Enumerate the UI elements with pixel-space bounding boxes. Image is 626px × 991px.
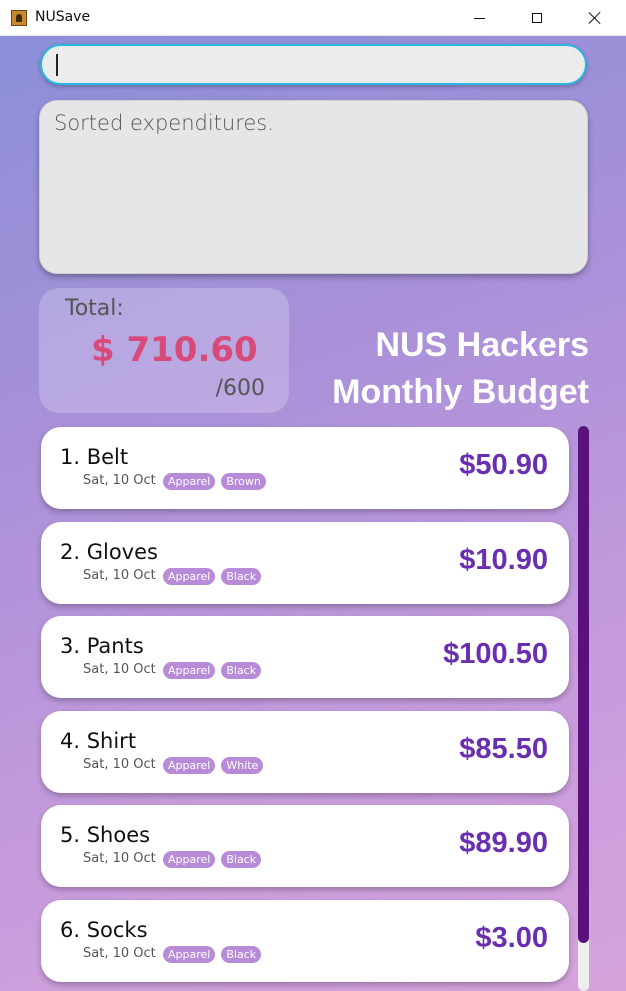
title-bar: NUSave bbox=[0, 0, 626, 36]
item-tags: Apparel Black bbox=[163, 851, 262, 868]
list-item[interactable]: 2. Gloves Sat, 10 Oct Apparel Black $10.… bbox=[41, 522, 569, 604]
app-icon bbox=[11, 10, 27, 26]
item-date: Sat, 10 Oct bbox=[83, 473, 156, 488]
item-price: $89.90 bbox=[459, 827, 548, 859]
tag-badge: Brown bbox=[221, 473, 266, 490]
command-input[interactable] bbox=[52, 51, 576, 80]
list-item[interactable]: 5. Shoes Sat, 10 Oct Apparel Black $89.9… bbox=[41, 805, 569, 887]
item-date: Sat, 10 Oct bbox=[83, 946, 156, 961]
tag-badge: Black bbox=[221, 851, 262, 868]
item-name: 5. Shoes bbox=[60, 823, 151, 847]
tag-badge: Apparel bbox=[163, 851, 216, 868]
tag-badge: Black bbox=[221, 662, 262, 679]
item-price: $3.00 bbox=[475, 922, 548, 954]
close-button[interactable] bbox=[566, 0, 624, 36]
list-item[interactable]: 1. Belt Sat, 10 Oct Apparel Brown $50.90 bbox=[41, 427, 569, 509]
app-body: Sorted expenditures. Total: $ 710.60 /60… bbox=[0, 36, 626, 991]
item-date: Sat, 10 Oct bbox=[83, 757, 156, 772]
item-tags: Apparel White bbox=[163, 757, 264, 774]
list-scrollbar[interactable] bbox=[578, 426, 589, 991]
tag-badge: Apparel bbox=[163, 757, 216, 774]
tag-badge: Apparel bbox=[163, 946, 216, 963]
item-date: Sat, 10 Oct bbox=[83, 851, 156, 866]
total-amount: $ 710.60 bbox=[91, 330, 258, 370]
tag-badge: Apparel bbox=[163, 473, 216, 490]
close-icon bbox=[588, 11, 602, 25]
item-tags: Apparel Brown bbox=[163, 473, 266, 490]
tag-badge: Apparel bbox=[163, 662, 216, 679]
item-name: 6. Socks bbox=[60, 918, 148, 942]
expenditure-list[interactable]: 1. Belt Sat, 10 Oct Apparel Brown $50.90… bbox=[0, 426, 626, 991]
item-name: 3. Pants bbox=[60, 634, 144, 658]
minimize-button[interactable] bbox=[450, 0, 508, 36]
maximize-icon bbox=[532, 13, 542, 23]
tag-badge: Black bbox=[221, 568, 262, 585]
item-price: $50.90 bbox=[459, 449, 548, 481]
total-card: Total: $ 710.60 /600 bbox=[39, 288, 289, 413]
maximize-button[interactable] bbox=[508, 0, 566, 36]
command-box[interactable] bbox=[40, 44, 587, 85]
window-title: NUSave bbox=[35, 9, 91, 25]
tag-badge: Apparel bbox=[163, 568, 216, 585]
total-label: Total: bbox=[65, 296, 124, 321]
text-caret bbox=[56, 54, 58, 76]
item-price: $10.90 bbox=[459, 544, 548, 576]
heading-line-2: Monthly Budget bbox=[332, 373, 589, 411]
result-display: Sorted expenditures. bbox=[39, 100, 588, 274]
heading-line-1: NUS Hackers bbox=[375, 326, 589, 364]
list-item[interactable]: 3. Pants Sat, 10 Oct Apparel Black $100.… bbox=[41, 616, 569, 698]
item-price: $85.50 bbox=[459, 733, 548, 765]
budget-heading: NUS Hackers Monthly Budget bbox=[300, 322, 589, 416]
list-item[interactable]: 4. Shirt Sat, 10 Oct Apparel White $85.5… bbox=[41, 711, 569, 793]
tag-badge: White bbox=[221, 757, 264, 774]
item-tags: Apparel Black bbox=[163, 568, 262, 585]
item-price: $100.50 bbox=[443, 638, 548, 670]
total-budget: /600 bbox=[215, 376, 265, 401]
item-name: 1. Belt bbox=[60, 445, 129, 469]
item-name: 2. Gloves bbox=[60, 540, 158, 564]
item-tags: Apparel Black bbox=[163, 662, 262, 679]
list-item[interactable]: 6. Socks Sat, 10 Oct Apparel Black $3.00 bbox=[41, 900, 569, 982]
item-date: Sat, 10 Oct bbox=[83, 568, 156, 583]
result-text: Sorted expenditures. bbox=[54, 111, 274, 135]
item-name: 4. Shirt bbox=[60, 729, 137, 753]
scrollbar-thumb[interactable] bbox=[578, 426, 589, 943]
minimize-icon bbox=[473, 17, 485, 19]
item-date: Sat, 10 Oct bbox=[83, 662, 156, 677]
item-tags: Apparel Black bbox=[163, 946, 262, 963]
tag-badge: Black bbox=[221, 946, 262, 963]
